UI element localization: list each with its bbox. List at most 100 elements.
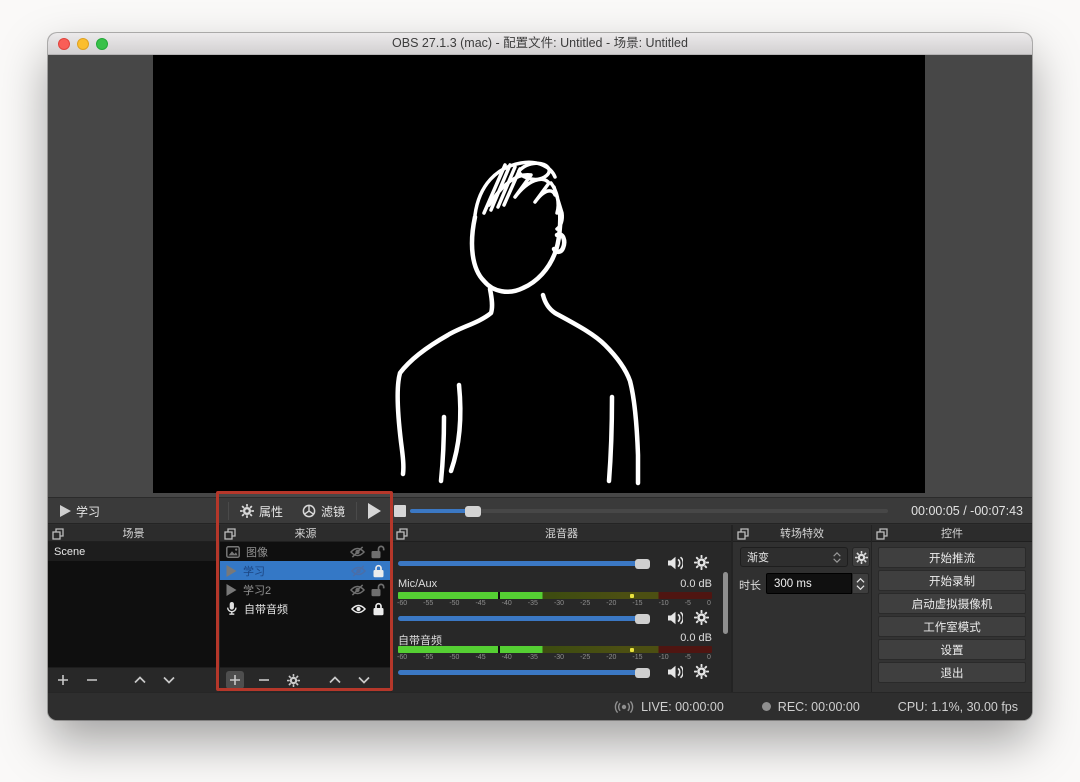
- exit-button[interactable]: 退出: [878, 662, 1026, 683]
- source-label: 图像: [246, 546, 268, 559]
- start-recording-button[interactable]: 开始录制: [878, 570, 1026, 591]
- properties-button[interactable]: 属性: [240, 498, 283, 524]
- image-icon: [226, 545, 240, 558]
- source-properties-button[interactable]: [284, 671, 302, 689]
- lock-open-icon[interactable]: [371, 583, 385, 597]
- scene-up-button[interactable]: [131, 671, 149, 689]
- scene-row[interactable]: Scene: [48, 542, 219, 561]
- visibility-visible-icon[interactable]: [351, 603, 366, 615]
- remove-source-button[interactable]: [255, 671, 273, 689]
- plus-icon: [229, 674, 241, 686]
- speaker-icon[interactable]: [667, 665, 683, 679]
- sources-toolbar: [220, 667, 391, 692]
- sources-list: 图像 学习 学习2 自带音频: [220, 542, 391, 667]
- live-time: LIVE: 00:00:00: [641, 699, 724, 714]
- gear-icon: [240, 504, 254, 518]
- popout-icon: [396, 527, 408, 540]
- add-scene-button[interactable]: [54, 671, 72, 689]
- gear-icon[interactable]: [694, 664, 709, 679]
- filter-icon: [302, 504, 316, 518]
- scrollbar[interactable]: [723, 572, 728, 634]
- live-status: LIVE: 00:00:00: [614, 700, 724, 714]
- media-source-indicator: 学习: [60, 498, 100, 524]
- mixer-header[interactable]: 混音器: [392, 525, 731, 542]
- volume-slider[interactable]: [398, 558, 650, 569]
- spin-down-icon: [856, 584, 865, 590]
- scene-down-button[interactable]: [160, 671, 178, 689]
- seek-handle[interactable]: [465, 505, 481, 517]
- cpu-status: CPU: 1.1%, 30.00 fps: [898, 700, 1018, 714]
- lock-open-icon[interactable]: [371, 545, 385, 559]
- source-row-image[interactable]: 图像: [220, 542, 391, 561]
- traffic-lights: [58, 38, 108, 50]
- gear-icon: [854, 550, 868, 564]
- transition-properties-button[interactable]: [852, 547, 870, 567]
- stop-button[interactable]: [394, 498, 406, 524]
- scenes-header[interactable]: 场景: [48, 525, 219, 542]
- volume-slider[interactable]: [398, 667, 650, 678]
- minimize-button[interactable]: [77, 38, 89, 50]
- divider: [228, 502, 229, 520]
- play-icon: [368, 503, 381, 519]
- chevron-up-icon: [329, 676, 341, 684]
- slider-handle[interactable]: [635, 667, 650, 678]
- scenes-panel: 场景 Scene: [48, 525, 219, 692]
- source-row-selected[interactable]: 学习: [220, 561, 391, 580]
- scenes-list: Scene: [48, 542, 219, 667]
- remove-scene-button[interactable]: [83, 671, 101, 689]
- media-source-name: 学习: [76, 504, 101, 519]
- lock-closed-icon[interactable]: [372, 602, 385, 616]
- visibility-hidden-icon[interactable]: [351, 564, 366, 577]
- lock-closed-icon[interactable]: [372, 564, 385, 578]
- gear-icon: [286, 673, 300, 687]
- play-button[interactable]: [368, 498, 381, 524]
- meter-scale: -60 -55 -50 -45 -40 -35 -30 -25 -20 -15 -10 -5 0: [397, 654, 711, 661]
- slider-handle[interactable]: [635, 558, 650, 569]
- start-streaming-button[interactable]: 开始推流: [878, 547, 1026, 568]
- volume-slider[interactable]: [398, 613, 650, 624]
- obs-window: OBS 27.1.3 (mac) - 配置文件: Untitled - 场景: …: [48, 33, 1032, 720]
- source-up-button[interactable]: [326, 671, 344, 689]
- gear-icon[interactable]: [694, 610, 709, 625]
- video-canvas[interactable]: [153, 55, 925, 493]
- transitions-header[interactable]: 转场特效: [733, 525, 871, 542]
- visibility-hidden-icon[interactable]: [350, 583, 365, 596]
- divider: [356, 502, 357, 520]
- settings-button[interactable]: 设置: [878, 639, 1026, 660]
- seek-slider[interactable]: [410, 505, 888, 517]
- duration-input[interactable]: [766, 573, 852, 594]
- transition-value: 渐变: [747, 552, 769, 564]
- speaker-icon[interactable]: [667, 556, 683, 570]
- source-down-button[interactable]: [355, 671, 373, 689]
- properties-label: 属性: [259, 504, 284, 519]
- media-icon: [226, 564, 237, 577]
- chevron-down-icon: [163, 676, 175, 684]
- studio-mode-button[interactable]: 工作室模式: [878, 616, 1026, 637]
- controls-header[interactable]: 控件: [872, 525, 1032, 542]
- window-title: OBS 27.1.3 (mac) - 配置文件: Untitled - 场景: …: [392, 36, 688, 50]
- sources-header[interactable]: 来源: [220, 525, 391, 542]
- duration-spinner[interactable]: [852, 573, 869, 594]
- cpu-fps: CPU: 1.1%, 30.00 fps: [897, 699, 1018, 714]
- media-toolbar: 学习 属性 滤镜 00:00:05 / -00:07:43: [48, 497, 1032, 524]
- filters-label: 滤镜: [321, 504, 346, 519]
- add-source-button[interactable]: [226, 671, 244, 689]
- speaker-icon[interactable]: [667, 611, 683, 625]
- transition-select[interactable]: 渐变: [740, 547, 848, 567]
- source-row-audio[interactable]: 自带音频: [220, 599, 391, 618]
- chevron-down-icon: [358, 676, 370, 684]
- media-time: 00:00:05 / -00:07:43: [911, 504, 1023, 518]
- visibility-hidden-icon[interactable]: [350, 545, 365, 558]
- start-virtual-camera-button[interactable]: 启动虚拟摄像机: [878, 593, 1026, 614]
- filters-button[interactable]: 滤镜: [302, 498, 345, 524]
- gear-icon[interactable]: [694, 555, 709, 570]
- source-row-media2[interactable]: 学习2: [220, 580, 391, 599]
- source-label: 自带音频: [244, 603, 288, 616]
- zoom-button[interactable]: [96, 38, 108, 50]
- slider-handle[interactable]: [635, 613, 650, 624]
- scene-label: Scene: [54, 545, 86, 558]
- rec-time: REC: 00:00:00: [777, 699, 860, 714]
- sketch-figure: [395, 160, 641, 486]
- channel-level: 0.0 dB: [680, 578, 712, 590]
- close-button[interactable]: [58, 38, 70, 50]
